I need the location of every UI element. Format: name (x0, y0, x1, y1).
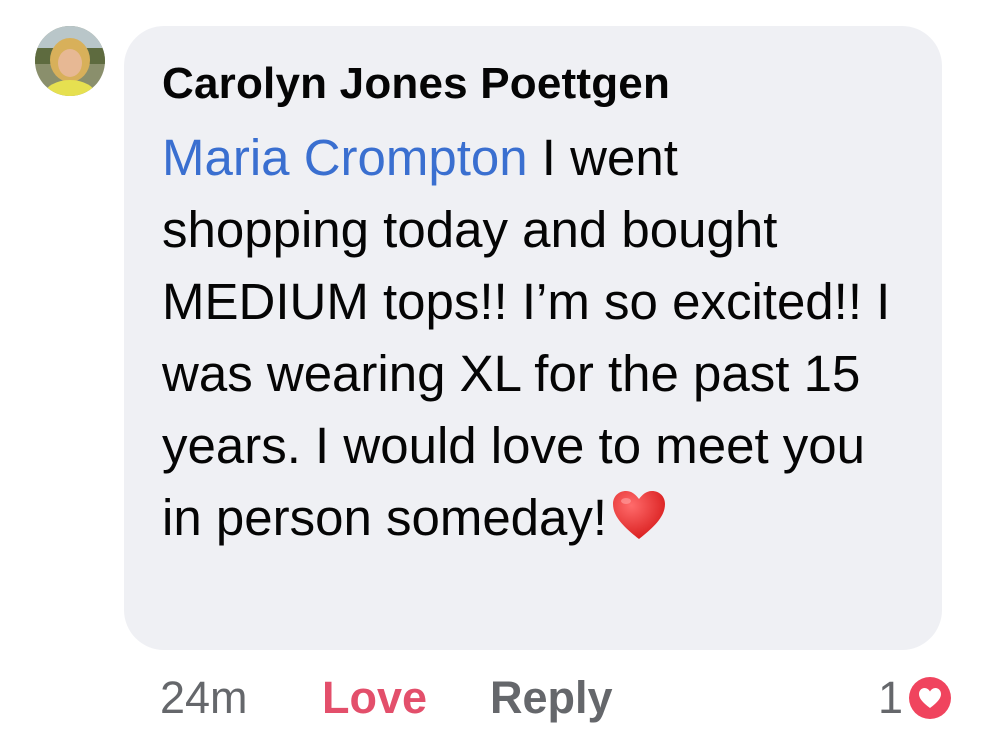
mention-link[interactable]: Maria Crompton (162, 129, 528, 186)
red-heart-emoji (611, 488, 667, 560)
reply-button[interactable]: Reply (490, 668, 613, 728)
love-button[interactable]: Love (322, 668, 427, 728)
avatar[interactable] (35, 26, 105, 96)
comment-text: Maria Crompton I went shopping today and… (162, 122, 892, 560)
comment-author[interactable]: Carolyn Jones Poettgen (162, 56, 912, 112)
comment-timestamp[interactable]: 24m (160, 668, 248, 728)
comment-bubble: Carolyn Jones Poettgen Maria Crompton I … (124, 26, 942, 650)
comment-card: Carolyn Jones Poettgen Maria Crompton I … (0, 0, 985, 735)
reaction-count: 1 (877, 672, 903, 723)
love-reaction-icon (907, 675, 953, 721)
reaction-summary[interactable]: 1 (878, 668, 953, 728)
comment-message: I went shopping today and bought MEDIUM … (162, 129, 891, 546)
avatar-photo (35, 26, 105, 96)
